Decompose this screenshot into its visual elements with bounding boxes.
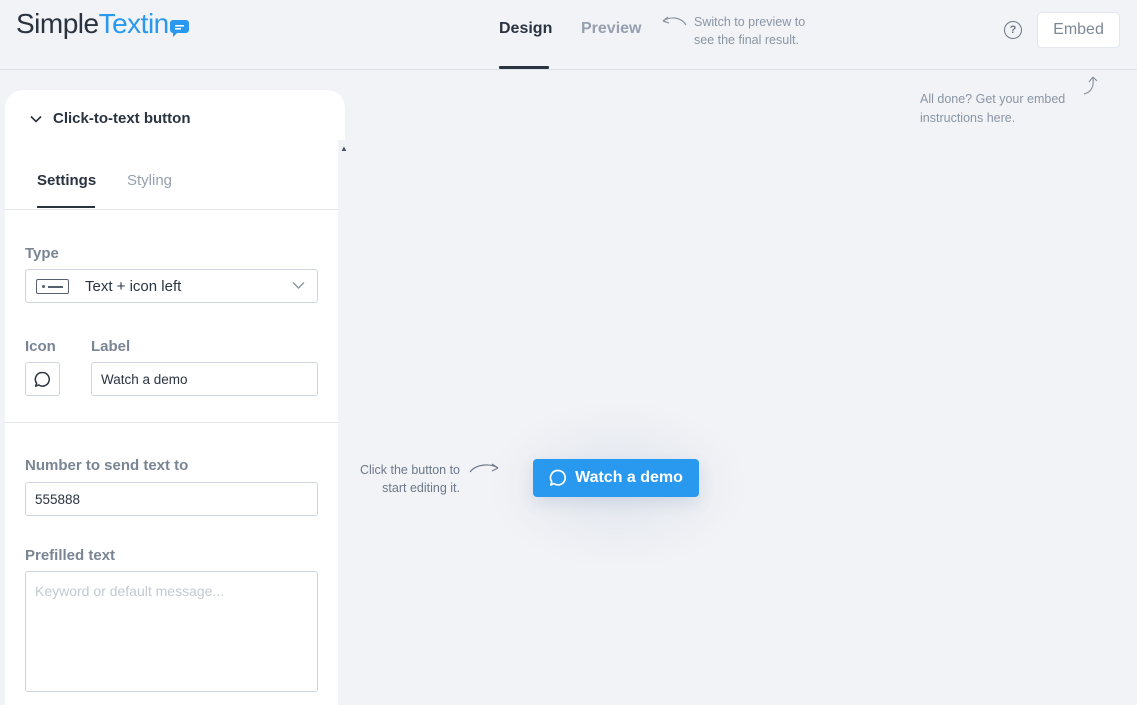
label-label: Label (91, 338, 131, 355)
divider (5, 422, 338, 423)
number-input[interactable]: 555888 (25, 482, 318, 516)
preview-hint: Switch to preview to see the final resul… (694, 15, 806, 47)
type-select-value: Text + icon left (85, 278, 182, 295)
chevron-down-icon (292, 282, 305, 289)
active-tab-indicator (499, 66, 549, 69)
type-select[interactable]: Text + icon left (25, 269, 318, 303)
logo-text-texting: Textin (98, 8, 170, 39)
chat-bubble-icon (34, 371, 50, 387)
chat-bubble-icon (549, 469, 567, 486)
label-input[interactable]: Watch a demo (91, 362, 318, 396)
prefilled-textarea[interactable]: Keyword or default message... (25, 571, 318, 692)
chat-bubble-logo-icon (169, 20, 189, 37)
logo: Simple Textin (16, 8, 189, 40)
scrollbar[interactable] (338, 140, 345, 705)
panel-header[interactable]: Click-to-text button (29, 110, 190, 127)
tab-styling[interactable]: Styling (127, 172, 172, 189)
embed-hint: All done? Get your embed instructions he… (920, 92, 1066, 125)
tab-design[interactable]: Design (499, 20, 552, 38)
scroll-up-icon[interactable]: ▲ (340, 144, 348, 153)
divider (5, 209, 338, 210)
settings-panel: Click-to-text button Settings Styling Ty… (5, 90, 345, 705)
curved-arrow-left-icon (662, 16, 687, 26)
tab-preview[interactable]: Preview (581, 20, 641, 38)
watch-demo-button[interactable]: Watch a demo (533, 459, 699, 497)
embed-button[interactable]: Embed (1037, 12, 1120, 48)
help-icon[interactable]: ? (1004, 21, 1022, 39)
panel-title: Click-to-text button (53, 110, 191, 127)
prefilled-label: Prefilled text (25, 547, 116, 564)
logo-text-simple: Simple (16, 8, 99, 39)
tab-settings[interactable]: Settings (37, 172, 96, 189)
chevron-down-icon[interactable] (29, 112, 43, 126)
icon-label: Icon (25, 338, 56, 355)
type-label: Type (25, 245, 59, 262)
icon-picker[interactable] (25, 362, 60, 396)
number-label: Number to send text to (25, 457, 189, 474)
top-bar: Simple Textin Design Preview Switch to pr… (0, 0, 1137, 70)
watch-demo-button-label: Watch a demo (575, 469, 683, 486)
canvas-hint: Click the button to start editing it. (359, 463, 460, 495)
active-subtab-indicator (37, 206, 95, 208)
button-type-icon (36, 279, 69, 294)
